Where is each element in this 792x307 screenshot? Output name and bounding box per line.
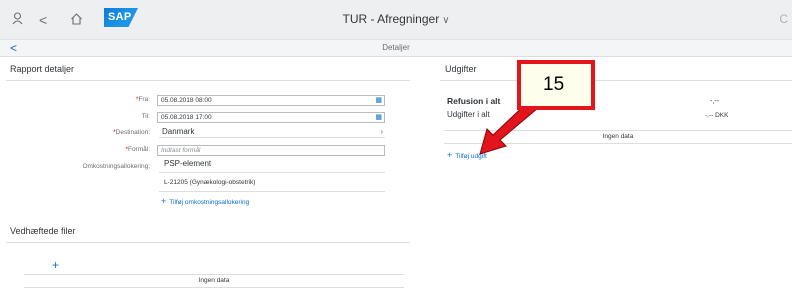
sub-header: < Detaljer xyxy=(0,40,792,57)
attachments-section-title: Vedhæftede filer xyxy=(10,226,76,236)
psp-element-value[interactable]: PSP-element xyxy=(164,159,211,168)
destination-label: *Destination: xyxy=(0,129,150,136)
add-allocation-text: Tilføj omkostningsallokering xyxy=(169,199,250,206)
app-title[interactable]: TUR - Afregninger ∨ xyxy=(0,12,792,26)
destination-value: Danmark xyxy=(162,127,195,136)
allocation-label: Omkostningsallokering: xyxy=(82,163,150,170)
destination-select[interactable]: Danmark › xyxy=(159,127,385,138)
copilot-icon[interactable]: C xyxy=(779,12,788,26)
expenses-section-title: Udgifter xyxy=(445,64,477,74)
purpose-label: *Formål: xyxy=(0,146,150,153)
divider xyxy=(159,191,385,192)
to-datetime-field[interactable]: 05.08.2018 17:00 ▦ xyxy=(157,112,385,123)
purpose-input[interactable]: Indtast formål xyxy=(157,145,385,156)
shell-bar: < SAP TUR - Afregninger ∨ C xyxy=(0,0,792,40)
divider xyxy=(440,80,792,81)
chevron-right-icon: › xyxy=(380,127,383,136)
step-callout: 15 xyxy=(517,60,595,110)
step-number: 15 xyxy=(543,74,565,95)
from-label-text: Fra: xyxy=(138,96,150,103)
attachments-no-data: Ingen data xyxy=(24,274,404,288)
add-allocation-link[interactable]: + Tilføj omkostningsallokering xyxy=(161,196,249,206)
purpose-label-text: Formål: xyxy=(127,146,150,153)
calendar-icon[interactable]: ▦ xyxy=(375,113,382,122)
expenses-total-value: -,-- DKK xyxy=(705,112,729,119)
plus-icon: + xyxy=(161,196,167,206)
from-datetime-field[interactable]: 05.08.2018 08:00 ▦ xyxy=(157,95,385,106)
app-title-text: TUR - Afregninger xyxy=(342,12,440,26)
plus-icon: + xyxy=(447,150,453,160)
page-title: Detaljer xyxy=(382,43,410,52)
to-label: Til: xyxy=(141,113,150,120)
chevron-down-icon: ∨ xyxy=(442,15,450,26)
divider xyxy=(6,242,410,243)
add-attachment-button[interactable]: + xyxy=(52,258,59,272)
refund-total-value: -,-- xyxy=(710,98,719,105)
from-datetime-value: 05.08.2018 08:00 xyxy=(161,97,212,104)
destination-label-text: Destination: xyxy=(115,129,150,136)
report-section-title: Rapport detaljer xyxy=(10,64,75,74)
purpose-placeholder: Indtast formål xyxy=(161,147,201,154)
divider xyxy=(159,172,385,173)
to-datetime-value: 05.08.2018 17:00 xyxy=(161,114,212,121)
divider xyxy=(6,80,410,81)
psp-detail-value[interactable]: L-21205 (Gynækologi-obstetrik) xyxy=(164,179,255,186)
from-label: *Fra: xyxy=(0,96,150,103)
calendar-icon[interactable]: ▦ xyxy=(375,96,382,105)
